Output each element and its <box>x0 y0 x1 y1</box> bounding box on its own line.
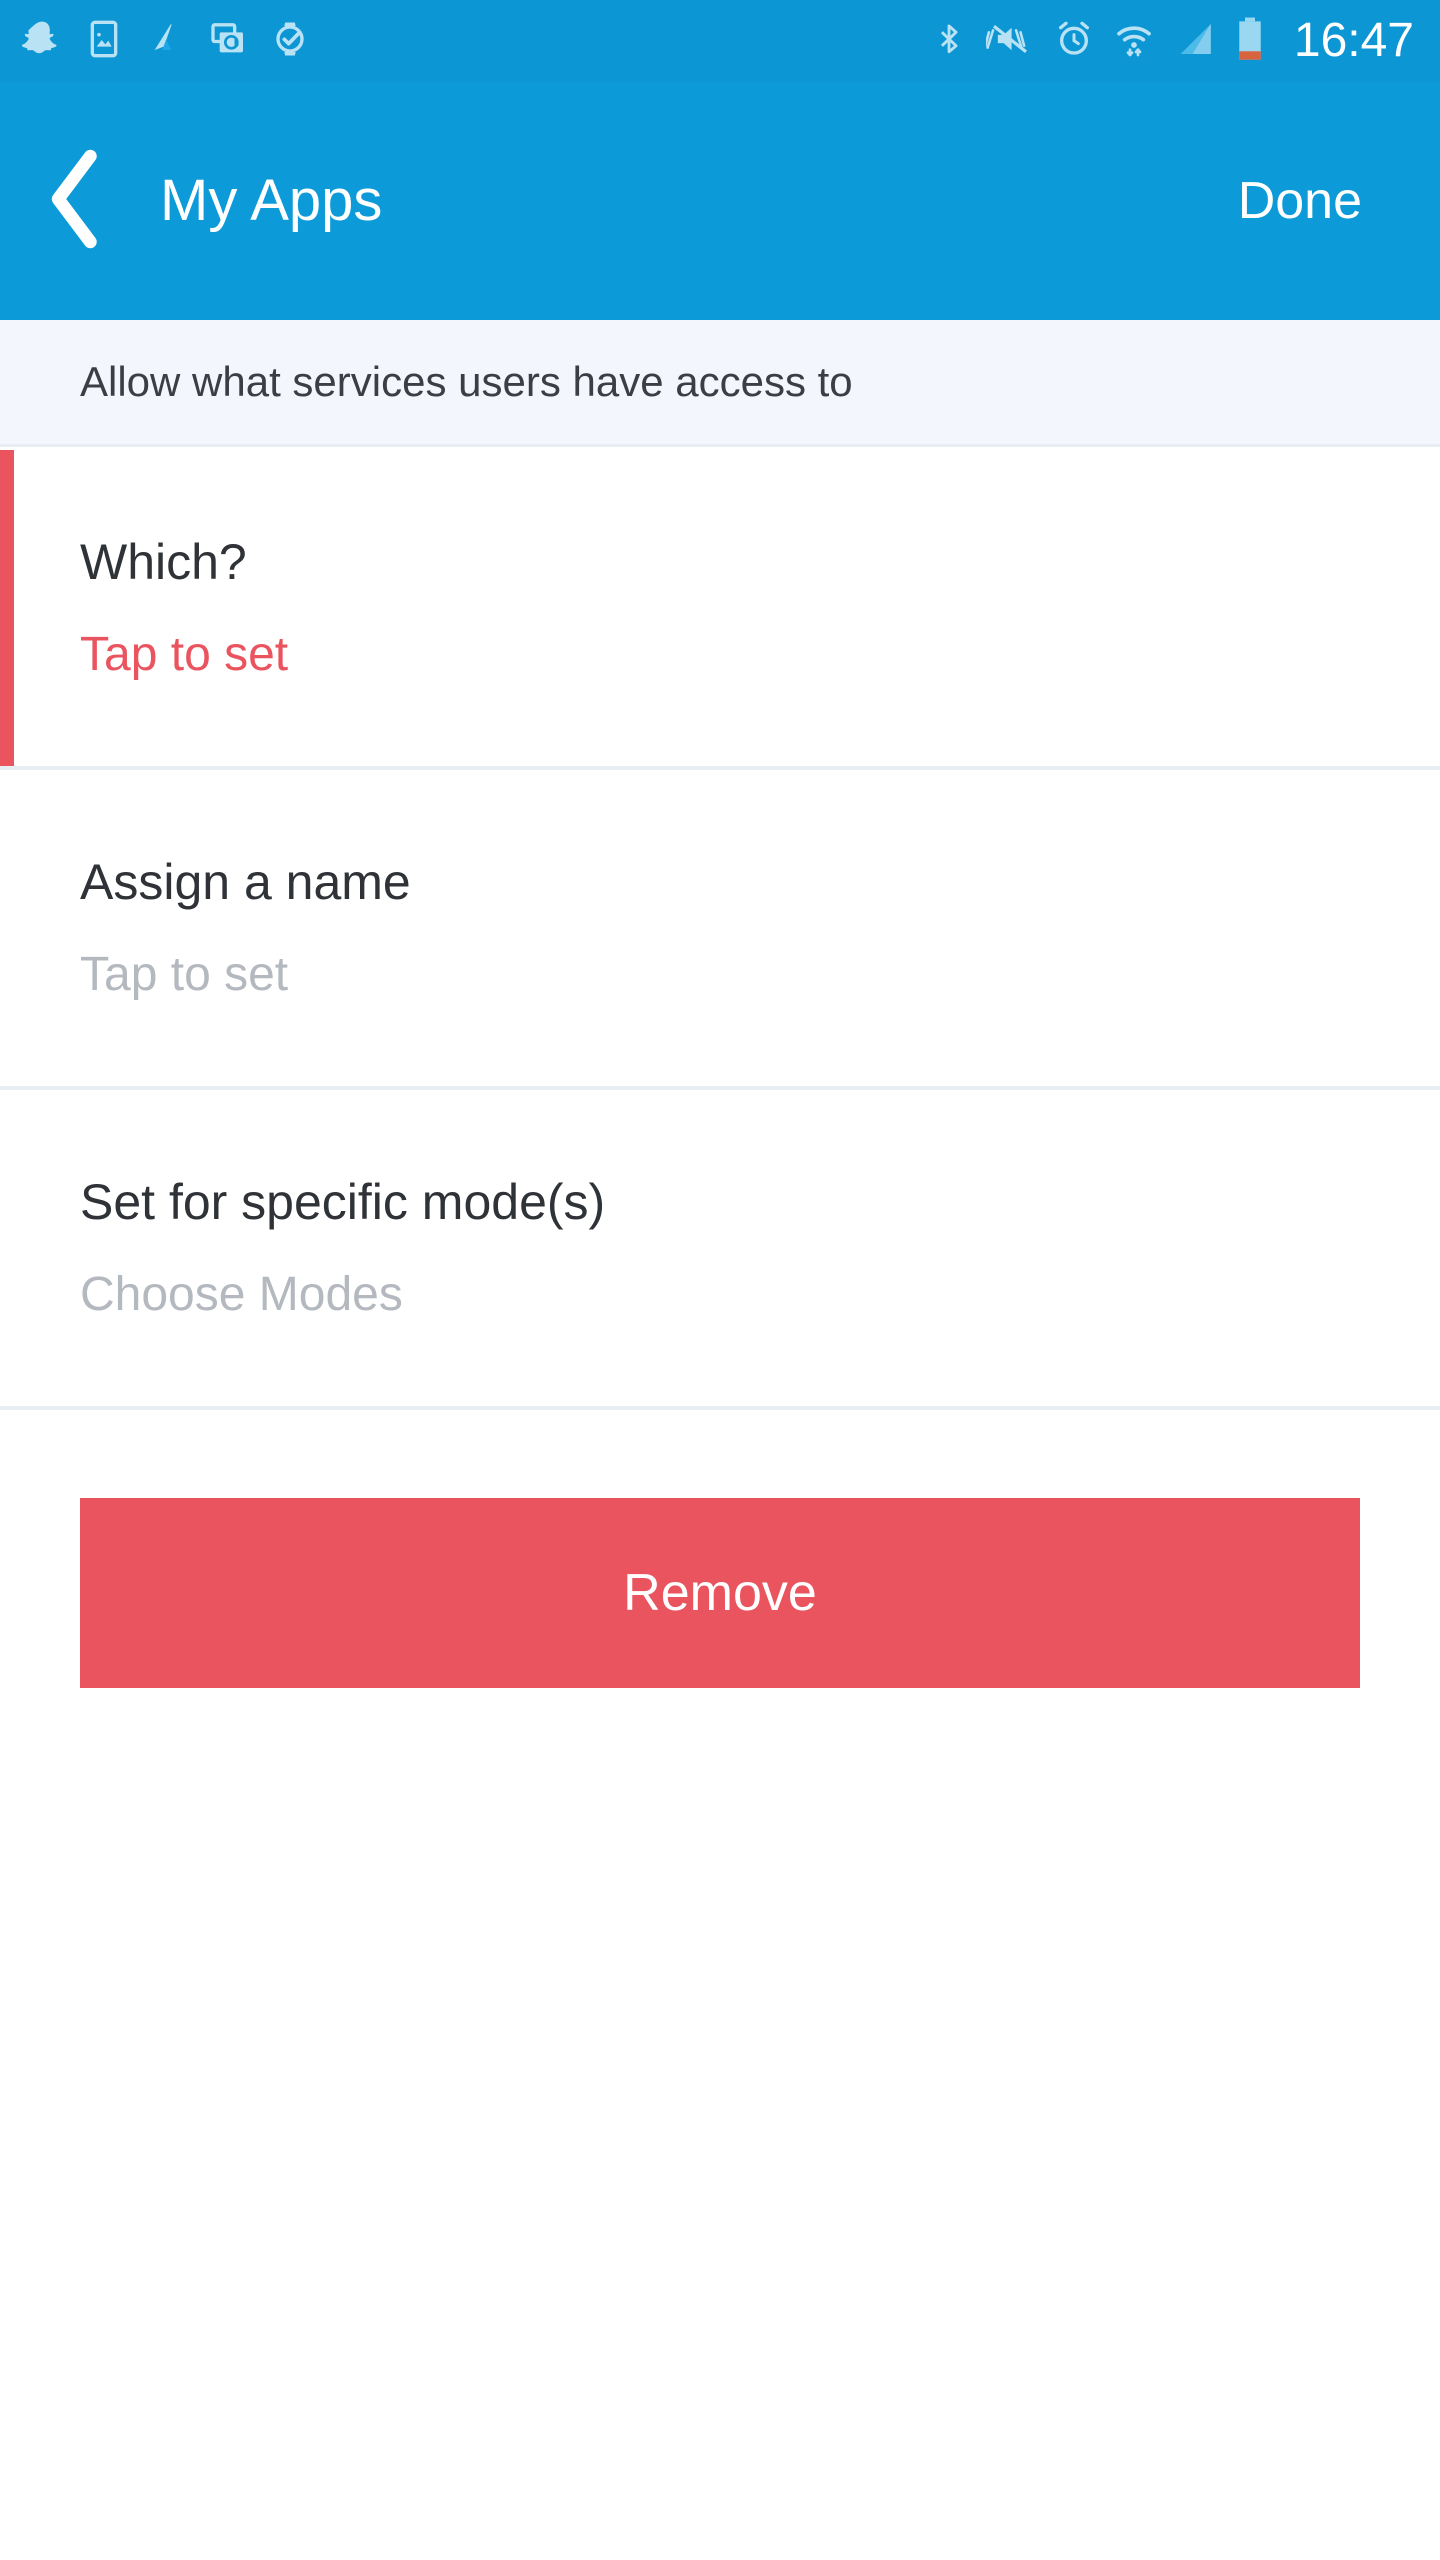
list-item-title: Set for specific mode(s) <box>80 1174 606 1230</box>
remove-button[interactable]: Remove <box>80 1498 1360 1688</box>
screenshot-icon <box>84 19 124 64</box>
instruction-text: Allow what services users have access to <box>80 358 853 405</box>
list-item-value: Tap to set <box>80 628 289 681</box>
list-item-title: Assign a name <box>80 854 411 910</box>
list-item-assign-a-name[interactable]: Assign a name Tap to set <box>0 770 1440 1090</box>
list-item-title: Which? <box>80 534 247 590</box>
app-bar: My Apps Done <box>0 82 1440 320</box>
status-bar-clock: 16:47 <box>1293 14 1414 67</box>
wifi-icon <box>1114 18 1154 65</box>
cellular-signal-icon <box>1174 18 1216 65</box>
empty-area <box>0 1688 1440 2560</box>
vibrate-mute-icon <box>983 18 1034 65</box>
app-logo-icon <box>146 19 186 64</box>
status-bar: 16:47 <box>0 0 1440 82</box>
settings-list: Which? Tap to set Assign a name Tap to s… <box>0 450 1440 1410</box>
page-title: My Apps <box>160 168 383 233</box>
remove-button-container: Remove <box>80 1498 1360 1688</box>
alarm-icon <box>1054 18 1094 65</box>
list-item-value: Tap to set <box>80 948 289 1001</box>
battery-low-icon <box>1236 16 1264 67</box>
back-button[interactable] <box>0 82 150 320</box>
list-item-value: Choose Modes <box>80 1268 403 1321</box>
list-item-set-for-specific-modes[interactable]: Set for specific mode(s) Choose Modes <box>0 1090 1440 1410</box>
snapchat-icon <box>21 19 62 64</box>
smartwatch-check-icon <box>270 19 310 64</box>
list-item-which[interactable]: Which? Tap to set <box>0 450 1440 770</box>
required-accent-bar <box>0 450 14 766</box>
status-bar-system: 16:47 <box>932 16 1414 67</box>
bluetooth-icon <box>932 18 966 65</box>
instruction-banner: Allow what services users have access to <box>0 320 1440 447</box>
status-bar-notifications <box>21 19 310 64</box>
email-cards-icon <box>208 19 248 64</box>
chevron-left-icon <box>38 147 112 256</box>
done-button[interactable]: Done <box>1238 175 1362 227</box>
app-screen: 16:47 My Apps Done Allow what services u… <box>0 0 1440 2560</box>
